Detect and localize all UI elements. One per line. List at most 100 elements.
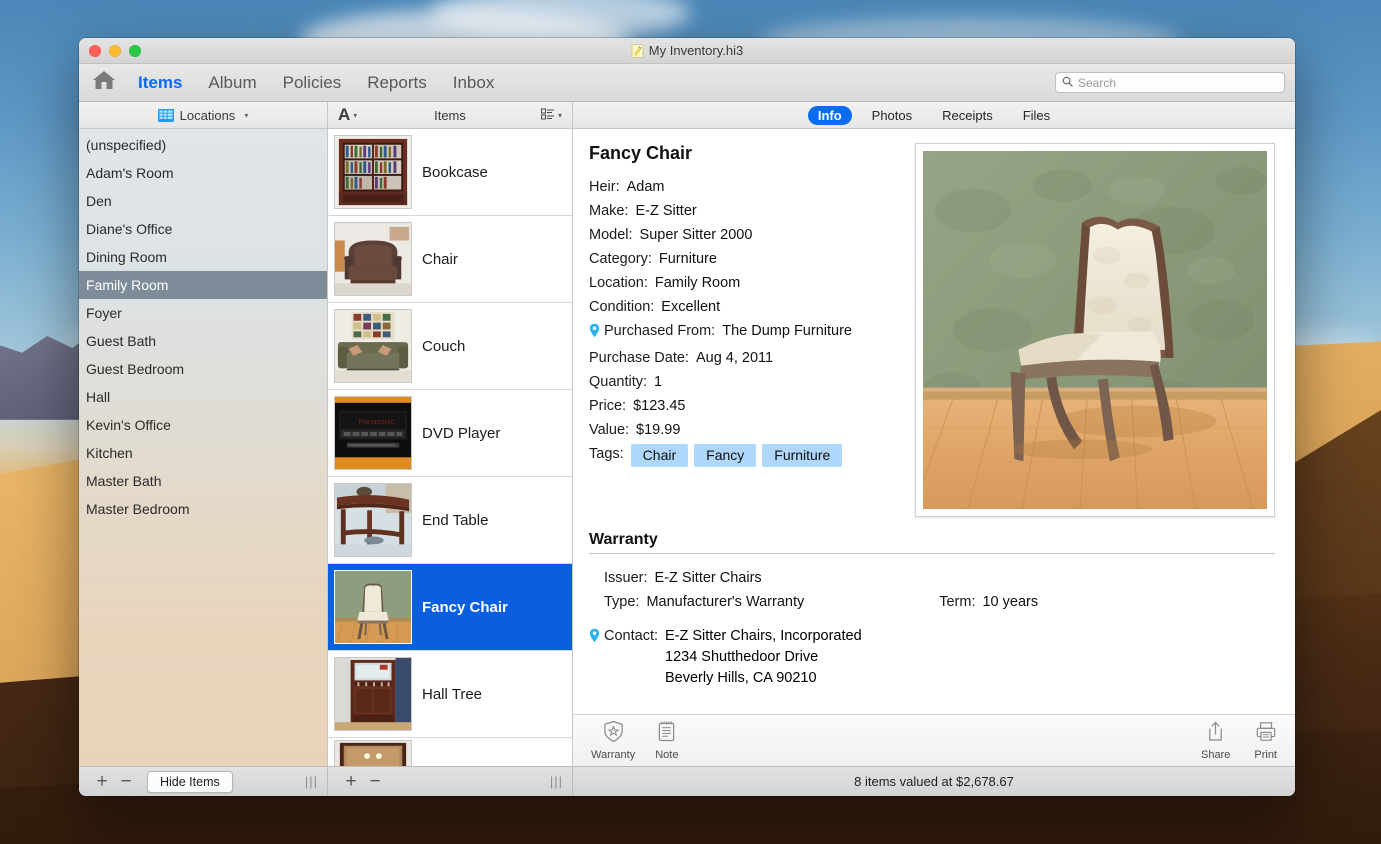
- list-item[interactable]: Hall Tree: [328, 651, 572, 738]
- detail-fields: Fancy Chair Heir: Adam Make: E-Z Sitter …: [589, 143, 899, 517]
- cabinet-thumb: [334, 739, 412, 766]
- title-bar: My Inventory.hi3: [79, 38, 1295, 64]
- page-title: Fancy Chair: [589, 143, 693, 163]
- minimize-button[interactable]: [109, 44, 121, 57]
- list-item[interactable]: Chair: [328, 216, 572, 303]
- remove-item-button[interactable]: −: [364, 772, 386, 791]
- close-button[interactable]: [89, 44, 101, 57]
- list-item[interactable]: [328, 738, 572, 766]
- button-label: Print: [1254, 749, 1277, 761]
- field-value-term: 10 years: [982, 594, 1039, 610]
- add-item-button[interactable]: +: [340, 772, 362, 791]
- list-item-label: Hall Tree: [422, 685, 483, 703]
- field-price: Price: $123.45: [589, 396, 899, 417]
- warranty-type: Type: Manufacturer's Warranty Term: 10 y…: [589, 592, 1275, 613]
- nav-tab-reports[interactable]: Reports: [354, 71, 440, 95]
- sidebar-item-guest-bedroom[interactable]: Guest Bedroom: [79, 355, 327, 383]
- tab-files[interactable]: Files: [1013, 106, 1060, 125]
- address-line: E-Z Sitter Chairs, Incorporated: [665, 628, 862, 644]
- sidebar-item-unspecified[interactable]: (unspecified): [79, 131, 327, 159]
- warranty-contact: Contact: E-Z Sitter Chairs, Incorporated…: [589, 626, 1275, 689]
- sidebar-item-dining-room[interactable]: Dining Room: [79, 243, 327, 271]
- list-item[interactable]: Panasonic DVD Player: [328, 390, 572, 477]
- locations-header[interactable]: Locations ▾: [79, 102, 328, 128]
- print-button[interactable]: Print: [1254, 720, 1277, 761]
- window-title-text: My Inventory.hi3: [648, 43, 744, 58]
- desktop-wallpaper: My Inventory.hi3 Items Album Policies Re…: [0, 0, 1381, 844]
- nav-tab-policies[interactable]: Policies: [270, 71, 355, 95]
- sidebar-item-master-bedroom[interactable]: Master Bedroom: [79, 495, 327, 523]
- chevron-down-icon[interactable]: ▾: [244, 111, 248, 120]
- tab-info[interactable]: Info: [807, 105, 852, 125]
- note-icon: [657, 720, 676, 748]
- address-line: Beverly Hills, CA 90210: [665, 670, 817, 686]
- remove-location-button[interactable]: −: [115, 772, 137, 791]
- tag-fancy[interactable]: Fancy: [694, 444, 757, 467]
- divider: [589, 553, 1275, 554]
- home-button[interactable]: [89, 70, 119, 96]
- detail-bottom-toolbar: Warranty Note Share Print: [573, 714, 1295, 766]
- sidebar-item-foyer[interactable]: Foyer: [79, 299, 327, 327]
- status-text: 8 items valued at $2,678.67: [854, 774, 1014, 789]
- sort-chevron-down-icon[interactable]: ▾: [353, 111, 357, 120]
- list-item[interactable]: End Table: [328, 477, 572, 564]
- list-item-label: Fancy Chair: [422, 598, 508, 616]
- sidebar-item-dianes-office[interactable]: Diane's Office: [79, 215, 327, 243]
- item-photo-frame[interactable]: [915, 143, 1275, 517]
- field-quantity: Quantity: 1: [589, 372, 899, 393]
- list-view-icon[interactable]: [540, 108, 555, 123]
- status-summary: 8 items valued at $2,678.67: [573, 774, 1295, 789]
- nav-tab-album[interactable]: Album: [195, 71, 269, 95]
- field-category: Category: Furniture: [589, 249, 899, 270]
- sidebar-item-hall[interactable]: Hall: [79, 383, 327, 411]
- sidebar-item-guest-bath[interactable]: Guest Bath: [79, 327, 327, 355]
- resize-grip[interactable]: |||: [550, 774, 563, 789]
- nav-tab-items[interactable]: Items: [125, 71, 195, 95]
- search-input[interactable]: [1078, 75, 1278, 90]
- sidebar-item-den[interactable]: Den: [79, 187, 327, 215]
- maximize-button[interactable]: [129, 44, 141, 57]
- detail-top-section: Fancy Chair Heir: Adam Make: E-Z Sitter …: [589, 143, 1275, 517]
- tab-photos[interactable]: Photos: [862, 106, 922, 125]
- add-location-button[interactable]: +: [91, 772, 113, 791]
- tags-label: Tags:: [589, 446, 624, 462]
- map-pin-icon[interactable]: [589, 323, 603, 345]
- resize-grip[interactable]: |||: [305, 774, 318, 789]
- view-chevron-down-icon[interactable]: ▾: [558, 111, 562, 120]
- sidebar-item-kevins-office[interactable]: Kevin's Office: [79, 411, 327, 439]
- detail-scroll-area: Fancy Chair Heir: Adam Make: E-Z Sitter …: [573, 129, 1295, 714]
- note-button[interactable]: Note: [655, 720, 678, 761]
- items-status-controls: + − |||: [328, 767, 573, 796]
- nav-tabs: Items Album Policies Reports Inbox: [125, 71, 507, 95]
- sidebar-item-kitchen[interactable]: Kitchen: [79, 439, 327, 467]
- field-model: Model: Super Sitter 2000: [589, 225, 899, 246]
- list-item[interactable]: Couch: [328, 303, 572, 390]
- hide-items-button[interactable]: Hide Items: [147, 770, 233, 793]
- tag-furniture[interactable]: Furniture: [762, 444, 843, 467]
- sidebar-item-adams-room[interactable]: Adam's Room: [79, 159, 327, 187]
- sidebar-item-master-bath[interactable]: Master Bath: [79, 467, 327, 495]
- sidebar-item-family-room[interactable]: Family Room: [79, 271, 327, 299]
- items-list[interactable]: Bookcase Chair Couch Panasonic DVD Playe…: [328, 129, 573, 766]
- window-title-group: My Inventory.hi3: [79, 43, 1295, 58]
- field-label: Issuer:: [604, 570, 648, 586]
- list-item[interactable]: Bookcase: [328, 129, 572, 216]
- warranty-button[interactable]: Warranty: [591, 720, 635, 761]
- field-purchased-from: Purchased From: The Dump Furniture: [589, 321, 899, 345]
- list-item-selected[interactable]: Fancy Chair: [328, 564, 572, 651]
- map-pin-icon[interactable]: [589, 628, 603, 650]
- button-label: Warranty: [591, 749, 636, 761]
- sort-alpha-icon[interactable]: A: [338, 105, 350, 125]
- fancy-chair-photo: [923, 151, 1267, 509]
- search-field[interactable]: [1055, 72, 1285, 93]
- column-header-bar: Locations ▾ A ▾ Items ▾ Info Photos Rece…: [79, 102, 1295, 129]
- locations-sidebar[interactable]: (unspecified) Adam's Room Den Diane's Of…: [79, 129, 328, 766]
- field-condition: Condition: Excellent: [589, 297, 899, 318]
- tag-chair[interactable]: Chair: [630, 444, 689, 467]
- tab-receipts[interactable]: Receipts: [932, 106, 1003, 125]
- nav-tab-inbox[interactable]: Inbox: [440, 71, 508, 95]
- field-value: Adam: [626, 179, 665, 195]
- status-bar: + − Hide Items ||| + − ||| 8 items value…: [79, 766, 1295, 796]
- field-value: $19.99: [636, 422, 681, 438]
- share-button[interactable]: Share: [1201, 720, 1230, 761]
